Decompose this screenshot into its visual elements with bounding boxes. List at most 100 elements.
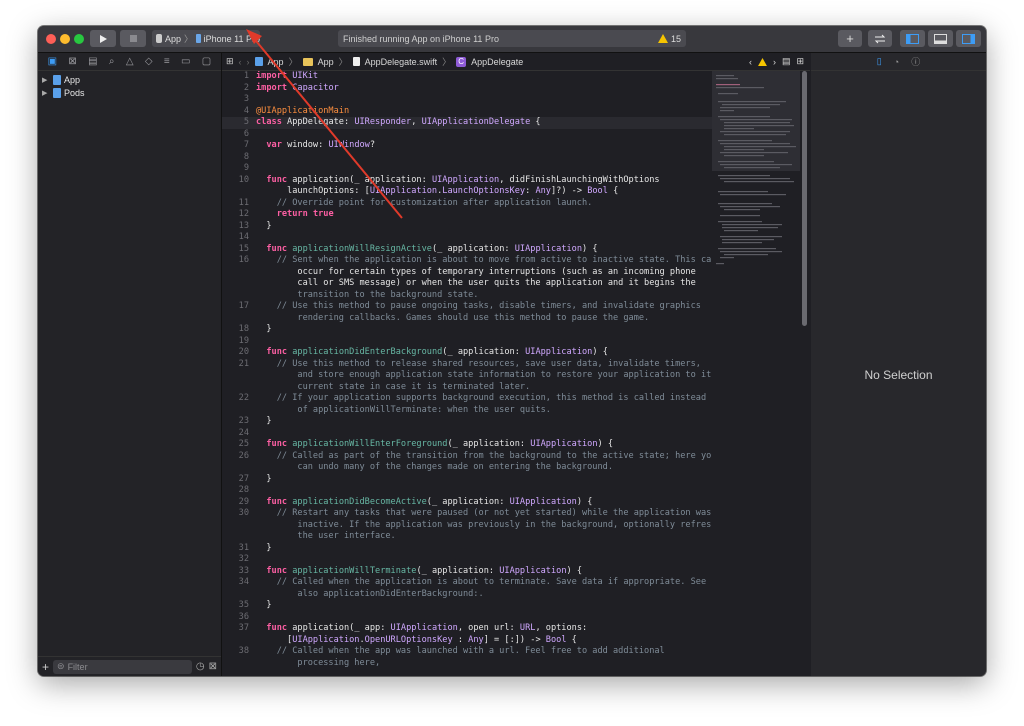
code-line[interactable]: 7 var window: UIWindow? <box>222 140 712 152</box>
code-text: // Use this method to pause ongoing task… <box>256 301 701 311</box>
code-line[interactable]: the user interface. <box>222 531 712 543</box>
back-icon[interactable]: ‹ <box>239 57 242 67</box>
warning-indicator[interactable]: 15 <box>657 34 681 44</box>
code-line[interactable]: 9 <box>222 163 712 175</box>
related-items-icon[interactable]: ⊞ <box>226 56 234 67</box>
breakpoint-icon[interactable]: ▭ <box>181 56 190 67</box>
zoom-window-button[interactable] <box>74 34 84 44</box>
jumpbar-project[interactable]: App <box>268 57 284 67</box>
code-line[interactable]: 18 } <box>222 324 712 336</box>
recent-files-icon[interactable]: ◷ <box>196 661 205 672</box>
chevron-left-icon[interactable]: ‹ <box>749 57 752 67</box>
code-line[interactable]: 22 // If your application supports backg… <box>222 393 712 405</box>
code-line[interactable]: processing here, <box>222 658 712 670</box>
code-line[interactable]: 35 } <box>222 600 712 612</box>
code-line[interactable]: 37 func application(_ app: UIApplication… <box>222 623 712 635</box>
code-line[interactable]: 27 } <box>222 474 712 486</box>
code-line[interactable]: 12 return true <box>222 209 712 221</box>
code-line[interactable]: 4 @UIApplicationMain <box>222 106 712 118</box>
code-line[interactable]: 8 <box>222 152 712 164</box>
tree-item-pods[interactable]: ▶ Pods <box>38 86 221 99</box>
code-line[interactable]: 25 func applicationWillEnterForeground(_… <box>222 439 712 451</box>
jumpbar-file[interactable]: AppDelegate.swift <box>365 57 438 67</box>
test-icon[interactable]: ◇ <box>145 56 153 67</box>
disclosure-triangle-icon[interactable]: ▶ <box>42 76 50 84</box>
code-line[interactable]: 23 } <box>222 416 712 428</box>
code-line[interactable]: inactive. If the application was previou… <box>222 520 712 532</box>
code-line[interactable]: 11 // Override point for customization a… <box>222 198 712 210</box>
editor-options-icon[interactable]: ▤ <box>782 56 791 67</box>
code-line[interactable]: 2 import Capacitor <box>222 83 712 95</box>
history-inspector-icon[interactable]: ◔ <box>894 57 899 67</box>
code-line[interactable]: 19 <box>222 336 712 348</box>
code-line[interactable]: 3 <box>222 94 712 106</box>
code-line[interactable]: 36 <box>222 612 712 624</box>
jumpbar-folder[interactable]: App <box>318 57 334 67</box>
code-line[interactable]: 34 // Called when the application is abo… <box>222 577 712 589</box>
toggle-inspector-button[interactable] <box>956 30 981 47</box>
code-line[interactable]: 38 // Called when the app was launched w… <box>222 646 712 658</box>
code-line[interactable]: of applicationWillTerminate: when the us… <box>222 405 712 417</box>
code-line[interactable]: rendering callbacks. Games should use th… <box>222 313 712 325</box>
code-area[interactable]: 1 import UIKit 2 import Capacitor 3 4 @UIAppli… <box>222 71 712 676</box>
code-line[interactable]: 6 <box>222 129 712 141</box>
code-line[interactable]: 20 func applicationDidEnterBackground(_ … <box>222 347 712 359</box>
filter-options-icon[interactable]: ⊠ <box>209 661 217 672</box>
stop-button[interactable] <box>120 30 146 47</box>
issue-icon[interactable]: △ <box>126 56 134 67</box>
add-editor-icon[interactable]: ⊞ <box>796 56 804 67</box>
code-line[interactable]: 28 <box>222 485 712 497</box>
code-line[interactable]: transition to the background state. <box>222 290 712 302</box>
forward-icon[interactable]: › <box>247 57 250 67</box>
chevron-right-icon[interactable]: › <box>773 57 776 67</box>
debug-icon[interactable]: ≡ <box>164 56 170 67</box>
minimap[interactable] <box>712 71 810 676</box>
code-line[interactable]: 14 <box>222 232 712 244</box>
code-line[interactable]: 32 <box>222 554 712 566</box>
toggle-debug-area-button[interactable] <box>928 30 953 47</box>
warning-icon[interactable] <box>757 57 767 66</box>
minimize-window-button[interactable] <box>60 34 70 44</box>
filter-input[interactable]: ⊜ Filter <box>53 659 192 674</box>
code-line[interactable]: call or SMS message) or when the user qu… <box>222 278 712 290</box>
code-line[interactable]: 1 import UIKit <box>222 71 712 83</box>
code-line[interactable]: and store enough application state infor… <box>222 370 712 382</box>
code-line[interactable]: 26 // Called as part of the transition f… <box>222 451 712 463</box>
code-line[interactable]: 17 // Use this method to pause ongoing t… <box>222 301 712 313</box>
folder-icon[interactable]: ▣ <box>48 56 57 67</box>
symbol-icon[interactable]: ▤ <box>88 56 97 67</box>
code-line[interactable]: 33 func applicationWillTerminate(_ appli… <box>222 566 712 578</box>
code-line[interactable]: 21 // Use this method to release shared … <box>222 359 712 371</box>
code-text: // Use this method to release shared res… <box>256 358 701 369</box>
code-line[interactable]: 5 class AppDelegate: UIResponder, UIAppli… <box>222 117 712 129</box>
close-window-button[interactable] <box>46 34 56 44</box>
add-icon[interactable]: + <box>42 660 49 674</box>
run-button[interactable] <box>90 30 116 47</box>
code-line[interactable]: 29 func applicationDidBecomeActive(_ app… <box>222 497 712 509</box>
code-line[interactable]: 30 // Restart any tasks that were paused… <box>222 508 712 520</box>
code-line[interactable]: launchOptions: [UIApplication.LaunchOpti… <box>222 186 712 198</box>
code-line[interactable]: [UIApplication.OpenURLOptionsKey : Any] … <box>222 635 712 647</box>
code-line[interactable]: 31 } <box>222 543 712 555</box>
library-button[interactable]: + <box>838 30 862 47</box>
code-line[interactable]: current state in case it is terminated l… <box>222 382 712 394</box>
help-inspector-icon[interactable]: ⓘ <box>911 55 920 68</box>
tree-item-app[interactable]: ▶ App <box>38 73 221 86</box>
code-line[interactable]: 10 func application(_ application: UIApp… <box>222 175 712 187</box>
code-review-button[interactable] <box>868 30 892 47</box>
disclosure-triangle-icon[interactable]: ▶ <box>42 89 50 97</box>
report-icon[interactable]: ▢ <box>202 56 211 67</box>
jumpbar-symbol[interactable]: AppDelegate <box>471 57 523 67</box>
code-line[interactable]: also applicationDidEnterBackground:. <box>222 589 712 601</box>
code-line[interactable]: 15 func applicationWillResignActive(_ ap… <box>222 244 712 256</box>
code-line[interactable]: 13 } <box>222 221 712 233</box>
code-line[interactable]: 24 <box>222 428 712 440</box>
toggle-navigator-button[interactable] <box>900 30 925 47</box>
source-control-icon[interactable]: ⊠ <box>68 56 76 67</box>
file-inspector-icon[interactable]: ▯ <box>877 56 882 67</box>
scheme-selector[interactable]: App 〉 iPhone 11 Pro <box>152 30 260 47</box>
code-line[interactable]: can undo many of the changes made on ent… <box>222 462 712 474</box>
find-icon[interactable]: ⌕ <box>109 56 115 67</box>
code-line[interactable]: occur for certain types of temporary int… <box>222 267 712 279</box>
code-line[interactable]: 16 // Sent when the application is about… <box>222 255 712 267</box>
